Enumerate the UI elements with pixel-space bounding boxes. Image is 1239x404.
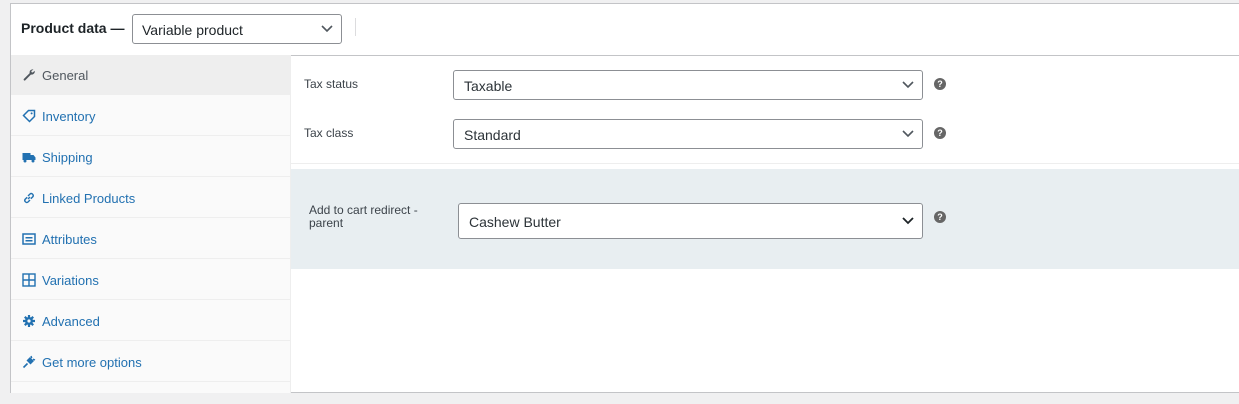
tab-shipping[interactable]: Shipping: [11, 137, 291, 177]
product-data-title: Product data —: [21, 20, 125, 36]
tab-linked-products[interactable]: Linked Products: [11, 178, 291, 218]
gear-icon: [23, 315, 35, 327]
link-icon: [24, 192, 34, 204]
product-data-panel: Product data — Variable product General …: [10, 3, 1239, 393]
tab-get-more-options[interactable]: Get more options: [11, 342, 291, 382]
wrench-icon: [23, 69, 35, 81]
tab-shipping-label: Shipping: [42, 150, 93, 165]
redirect-select[interactable]: Cashew Butter: [458, 203, 923, 239]
tab-linked-products-label: Linked Products: [42, 191, 136, 206]
redirect-value: Cashew Butter: [469, 214, 561, 230]
redirect-label-line2: parent: [309, 216, 344, 230]
redirect-label: Add to cart redirect - parent: [309, 204, 418, 230]
add-to-cart-redirect-section: Add to cart redirect - parent Cashew But…: [291, 169, 1239, 269]
chevron-down-icon: [321, 25, 333, 33]
tab-attributes[interactable]: Attributes: [11, 219, 291, 259]
truck-icon: [22, 153, 36, 163]
section-divider: [291, 163, 1239, 164]
product-type-value: Variable product: [142, 22, 243, 38]
tax-status-help-icon[interactable]: ?: [934, 78, 946, 90]
general-options-panel: Tax status Taxable ? Tax class Standard …: [291, 55, 1239, 393]
tax-status-select[interactable]: Taxable: [453, 70, 923, 100]
tax-status-value: Taxable: [464, 78, 513, 94]
tab-variations[interactable]: Variations: [11, 260, 291, 300]
tab-general-label: General: [42, 68, 89, 83]
tab-advanced[interactable]: Advanced: [11, 301, 291, 341]
tab-inventory[interactable]: Inventory: [11, 96, 291, 136]
chevron-down-icon: [902, 130, 914, 138]
tax-class-label: Tax class: [304, 126, 354, 140]
tab-get-more-options-label: Get more options: [42, 355, 142, 370]
tax-class-help-icon[interactable]: ?: [934, 127, 946, 139]
product-data-header: Product data — Variable product: [11, 4, 1239, 56]
tab-general[interactable]: General: [11, 55, 291, 95]
plug-icon: [22, 355, 36, 369]
chevron-down-icon: [902, 217, 914, 225]
header-divider: [355, 18, 356, 36]
tab-attributes-label: Attributes: [42, 232, 97, 247]
tag-icon: [22, 109, 36, 123]
product-type-select[interactable]: Variable product: [132, 14, 342, 44]
tab-advanced-label: Advanced: [42, 314, 100, 329]
tab-variations-label: Variations: [42, 273, 99, 288]
tab-inventory-label: Inventory: [42, 109, 96, 124]
product-data-tabs: General Inventory Shipping Linked Produc…: [11, 55, 291, 393]
redirect-help-icon[interactable]: ?: [934, 211, 946, 223]
chevron-down-icon: [902, 81, 914, 89]
grid-icon: [22, 273, 36, 287]
list-icon: [22, 233, 36, 245]
tax-status-label: Tax status: [304, 77, 359, 91]
tax-class-select[interactable]: Standard: [453, 119, 923, 149]
tax-class-value: Standard: [464, 127, 521, 143]
redirect-label-line1: Add to cart redirect -: [309, 203, 418, 217]
